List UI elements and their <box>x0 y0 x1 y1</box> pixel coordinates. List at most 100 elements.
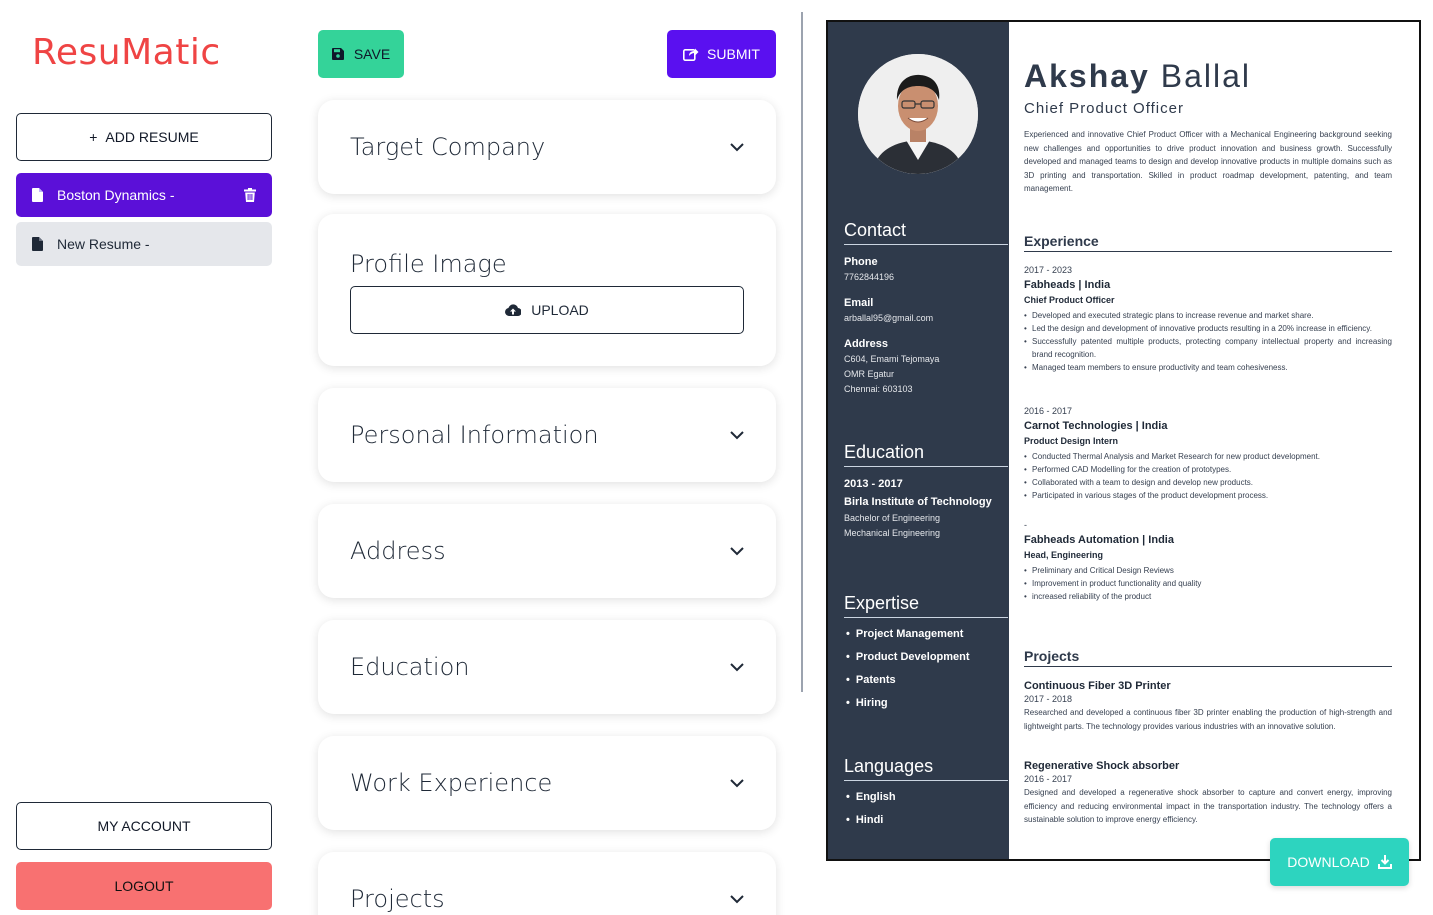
project-description: Designed and developed a regenerative sh… <box>1024 788 1392 824</box>
job-title: Head, Engineering <box>1024 550 1104 560</box>
resume-list-item[interactable]: Boston Dynamics - <box>16 173 272 217</box>
education-heading: Education <box>844 442 1008 467</box>
email-value: arballal95@gmail.com <box>844 313 934 323</box>
document-icon <box>32 188 43 202</box>
resume-item-label: Boston Dynamics - <box>57 187 175 203</box>
chevron-down-icon[interactable] <box>730 430 744 440</box>
logout-button[interactable]: LOGOUT <box>16 862 272 910</box>
projects-section: Projects <box>318 852 776 915</box>
cloud-upload-icon <box>505 304 522 316</box>
section-title: Projects <box>350 885 445 913</box>
first-name: Akshay <box>1024 58 1150 94</box>
personal-information-header[interactable]: Personal Information <box>318 388 776 482</box>
sidebar: ResuMatic + ADD RESUME Boston Dynamics -… <box>0 0 288 915</box>
education-section: Education <box>318 620 776 714</box>
education-years: 2013 - 2017 <box>844 478 903 490</box>
chevron-down-icon[interactable] <box>730 142 744 152</box>
section-title: Education <box>350 653 470 681</box>
projects-heading: Projects <box>1024 648 1392 667</box>
trash-icon[interactable] <box>244 188 256 202</box>
resume-list-item[interactable]: New Resume - <box>16 222 272 266</box>
expertise-item: Project Management <box>846 628 970 651</box>
expertise-heading: Expertise <box>844 593 1008 618</box>
job-bullet: Successfully patented multiple products,… <box>1024 335 1392 361</box>
section-title: Work Experience <box>350 769 553 797</box>
work-experience-section: Work Experience <box>318 736 776 830</box>
phone-value: 7762844196 <box>844 272 895 282</box>
column-divider[interactable] <box>801 12 803 692</box>
education-degree: Bachelor of Engineering <box>844 513 941 523</box>
resume-role: Chief Product Officer <box>1024 100 1184 117</box>
submit-button[interactable]: SUBMIT <box>667 30 776 78</box>
resume-preview: Contact Phone 7762844196 Email arballal9… <box>826 20 1421 861</box>
experience-entry: 2016 - 2017 Carnot Technologies | India … <box>1024 406 1392 502</box>
education-header[interactable]: Education <box>318 620 776 714</box>
address-header[interactable]: Address <box>318 504 776 598</box>
profile-image-section: Profile Image UPLOAD <box>318 214 776 366</box>
save-button[interactable]: SAVE <box>318 30 404 78</box>
logout-label: LOGOUT <box>114 878 174 894</box>
project-entry: Continuous Fiber 3D Printer 2017 - 2018 … <box>1024 680 1392 733</box>
last-name: Ballal <box>1160 58 1251 94</box>
address-line: C604, Emami Tejomaya <box>844 354 940 364</box>
project-name: Regenerative Shock absorber <box>1024 760 1180 772</box>
chevron-down-icon[interactable] <box>730 662 744 672</box>
section-title: Address <box>350 537 446 565</box>
job-bullet: Collaborated with a team to design and d… <box>1024 476 1392 489</box>
save-label: SAVE <box>353 46 391 62</box>
job-bullet: Improvement in product functionality and… <box>1024 577 1392 590</box>
languages-heading: Languages <box>844 756 1008 781</box>
resume-form: SAVE SUBMIT Target Company Profile Image… <box>288 0 802 915</box>
expertise-list: Project Management Product Development P… <box>846 628 970 720</box>
download-button[interactable]: DOWNLOAD <box>1270 838 1409 886</box>
floppy-disk-icon <box>331 48 344 60</box>
plus-icon: + <box>89 129 98 145</box>
project-entry: Regenerative Shock absorber 2016 - 2017 … <box>1024 760 1392 827</box>
job-dates: 2016 - 2017 <box>1024 406 1073 416</box>
project-dates: 2017 - 2018 <box>1024 694 1073 704</box>
chevron-down-icon[interactable] <box>730 546 744 556</box>
job-bullet: Managed team members to ensure productiv… <box>1024 361 1392 374</box>
add-resume-label: ADD RESUME <box>105 129 199 145</box>
download-label: DOWNLOAD <box>1287 854 1370 870</box>
work-experience-header[interactable]: Work Experience <box>318 736 776 830</box>
education-institute: Birla Institute of Technology <box>844 496 992 508</box>
download-icon <box>1377 855 1392 869</box>
resume-summary: Experienced and innovative Chief Product… <box>1024 130 1392 193</box>
language-item: Hindi <box>846 814 896 837</box>
resume-sidebar: Contact Phone 7762844196 Email arballal9… <box>828 22 1009 859</box>
education-field: Mechanical Engineering <box>844 528 941 538</box>
job-bullet: Preliminary and Critical Design Reviews <box>1024 564 1392 577</box>
experience-entry: 2017 - 2023 Fabheads | India Chief Produ… <box>1024 265 1392 374</box>
address-line: OMR Egatur <box>844 369 895 379</box>
add-resume-button[interactable]: + ADD RESUME <box>16 113 272 161</box>
job-bullet: Led the design and development of innova… <box>1024 322 1392 335</box>
projects-header[interactable]: Projects <box>318 852 776 915</box>
email-label: Email <box>844 297 874 309</box>
section-title: Target Company <box>350 133 546 161</box>
submit-label: SUBMIT <box>707 46 760 62</box>
profile-photo <box>858 54 978 174</box>
section-title: Profile Image <box>350 250 507 278</box>
chevron-down-icon[interactable] <box>730 894 744 904</box>
my-account-button[interactable]: MY ACCOUNT <box>16 802 272 850</box>
expertise-item: Hiring <box>846 697 970 720</box>
job-company: Fabheads Automation | India <box>1024 534 1174 546</box>
chevron-down-icon[interactable] <box>730 778 744 788</box>
job-title: Chief Product Officer <box>1024 295 1115 305</box>
job-title: Product Design Intern <box>1024 436 1119 446</box>
upload-label: UPLOAD <box>531 302 589 318</box>
app-logo: ResuMatic <box>32 32 221 73</box>
target-company-section: Target Company <box>318 100 776 194</box>
target-company-header[interactable]: Target Company <box>318 100 776 194</box>
languages-list: English Hindi <box>846 791 896 837</box>
resume-name: Akshay Ballal <box>1024 58 1251 95</box>
experience-heading: Experience <box>1024 233 1392 252</box>
personal-information-section: Personal Information <box>318 388 776 482</box>
job-company: Fabheads | India <box>1024 279 1111 291</box>
my-account-label: MY ACCOUNT <box>97 818 191 834</box>
expertise-item: Product Development <box>846 651 970 674</box>
job-bullet: Conducted Thermal Analysis and Market Re… <box>1024 450 1392 463</box>
upload-button[interactable]: UPLOAD <box>350 286 744 334</box>
job-bullet: Developed and executed strategic plans t… <box>1024 309 1392 322</box>
